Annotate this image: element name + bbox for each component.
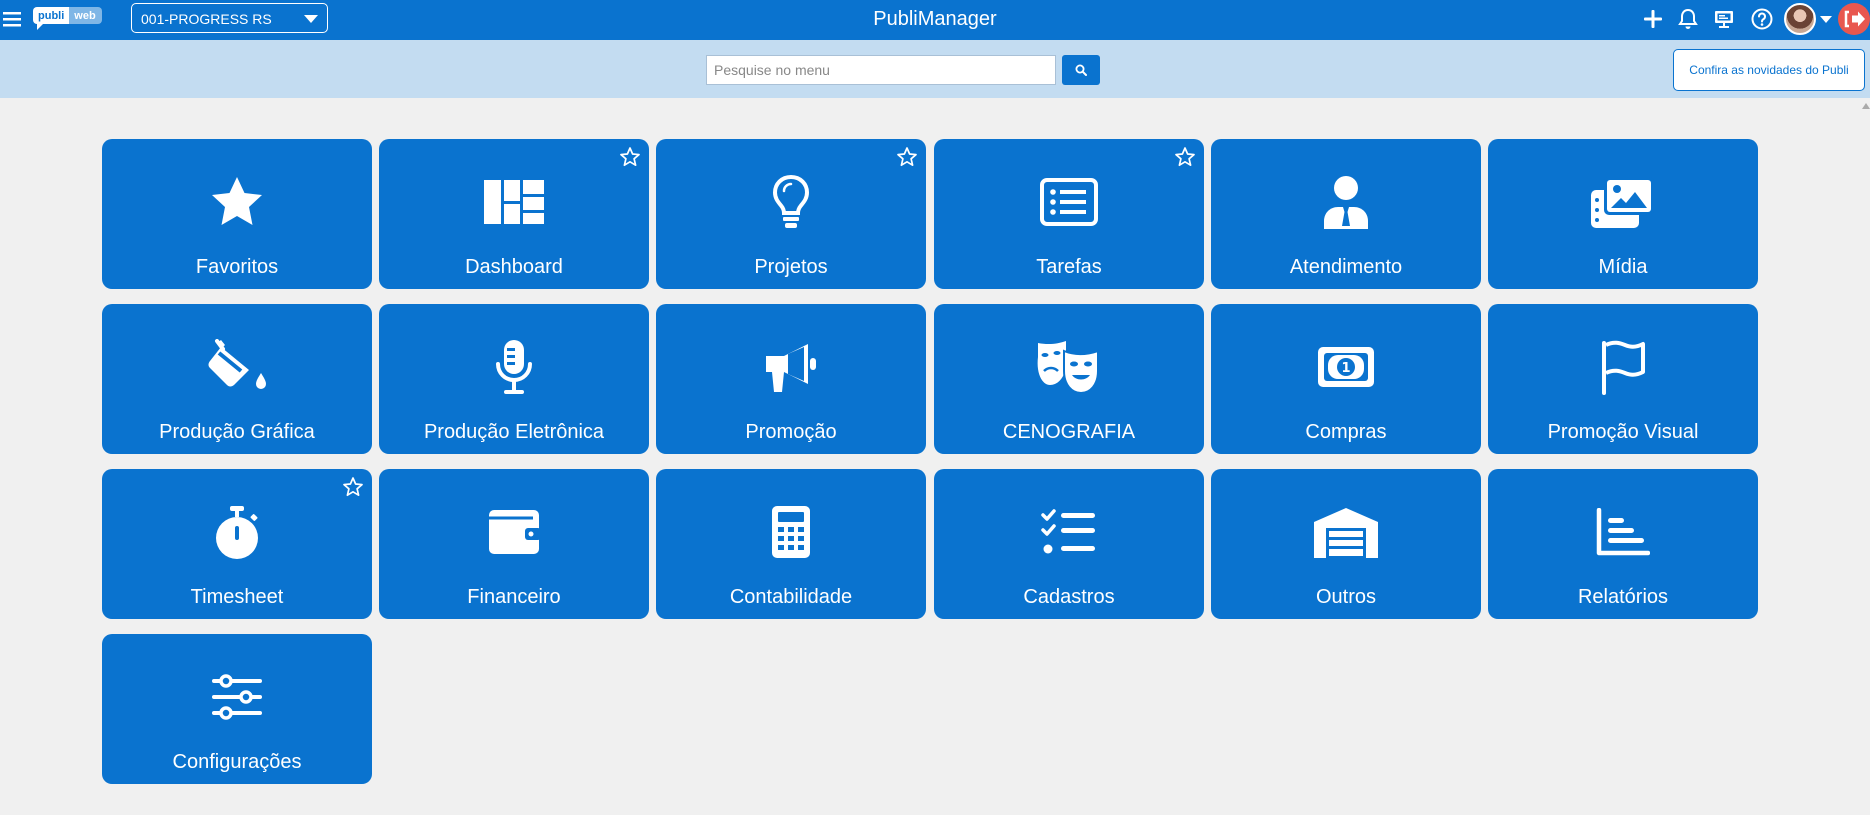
search-input[interactable] (706, 55, 1056, 85)
module-tile-promocao-visual[interactable]: Promoção Visual (1488, 304, 1758, 454)
module-tile-compras[interactable]: 1 Compras (1211, 304, 1481, 454)
star-icon (212, 177, 262, 225)
module-tile-relatorios[interactable]: Relatórios (1488, 469, 1758, 619)
lightbulb-icon (772, 174, 810, 228)
warehouse-icon (1314, 508, 1378, 558)
module-tile-timesheet[interactable]: Timesheet (102, 469, 372, 619)
user-tie-icon (1324, 176, 1368, 229)
search-button[interactable] (1062, 55, 1100, 85)
search-bar: Confira as novidades do Publi (0, 40, 1870, 98)
megaphone-icon (766, 344, 816, 392)
module-tile-cenografia[interactable]: CENOGRAFIA (934, 304, 1204, 454)
sliders-icon (212, 674, 262, 720)
module-tile-configuracoes[interactable]: Configurações (102, 634, 372, 784)
publiweb-logo: publi web (33, 7, 102, 31)
module-label: Projetos (754, 256, 828, 278)
module-label: Configurações (172, 751, 302, 773)
company-select[interactable]: 001-PROGRESS RS (131, 3, 328, 33)
module-tile-midia[interactable]: Mídia (1488, 139, 1758, 289)
module-tile-promocao[interactable]: Promoção (656, 304, 926, 454)
logout-icon (1844, 10, 1865, 28)
chevron-down-icon[interactable] (1820, 16, 1832, 23)
top-bar: publi web 001-PROGRESS RS PubliManager (0, 0, 1870, 40)
company-select-value: 001-PROGRESS RS (141, 11, 272, 27)
module-tile-producao-grafica[interactable]: Produção Gráfica (102, 304, 372, 454)
presentation-icon[interactable] (1712, 7, 1736, 31)
bell-icon[interactable] (1676, 7, 1700, 31)
tasks-icon (1041, 509, 1095, 554)
list-icon (1040, 178, 1098, 226)
module-tile-atendimento[interactable]: Atendimento (1211, 139, 1481, 289)
chart-bar-icon (1596, 508, 1650, 556)
chevron-down-icon (304, 15, 318, 23)
module-label: Outros (1315, 586, 1377, 608)
plus-icon[interactable] (1641, 7, 1665, 31)
news-button[interactable]: Confira as novidades do Publi (1673, 49, 1865, 91)
module-label: Timesheet (190, 586, 284, 608)
module-tile-contabilidade[interactable]: Contabilidade (656, 469, 926, 619)
module-label: Favoritos (195, 256, 279, 278)
module-label: CENOGRAFIA (1002, 421, 1136, 443)
module-label: Relatórios (1577, 586, 1669, 608)
module-tile-favoritos[interactable]: Favoritos (102, 139, 372, 289)
dashboard-icon (484, 180, 544, 224)
flag-icon (1602, 340, 1645, 395)
favorite-star-icon[interactable] (896, 146, 918, 168)
module-label: Produção Gráfica (159, 421, 315, 443)
module-label: Cadastros (1023, 586, 1115, 608)
logo-text-web: web (69, 7, 102, 24)
module-label: Tarefas (1036, 256, 1102, 278)
theater-masks-icon (1037, 341, 1099, 395)
module-tile-outros[interactable]: Outros (1211, 469, 1481, 619)
scrollbar-up-arrow[interactable] (1862, 103, 1870, 109)
module-label: Atendimento (1289, 256, 1403, 278)
module-label: Produção Eletrônica (423, 421, 605, 443)
module-label: Promoção (745, 421, 837, 443)
module-tile-financeiro[interactable]: Financeiro (379, 469, 649, 619)
search-icon (1075, 64, 1087, 76)
money-bill-icon: 1 (1318, 347, 1374, 387)
logout-button[interactable] (1838, 3, 1870, 35)
stopwatch-icon (216, 506, 258, 559)
fill-drip-icon (208, 339, 266, 389)
module-tile-dashboard[interactable]: Dashboard (379, 139, 649, 289)
module-tile-cadastros[interactable]: Cadastros (934, 469, 1204, 619)
favorite-star-icon[interactable] (1174, 146, 1196, 168)
avatar[interactable] (1784, 3, 1816, 35)
menu-icon[interactable] (2, 9, 22, 29)
module-tile-tarefas[interactable]: Tarefas (934, 139, 1204, 289)
svg-text:1: 1 (1341, 361, 1350, 376)
module-tile-producao-eletronica[interactable]: Produção Eletrônica (379, 304, 649, 454)
module-label: Financeiro (467, 586, 561, 608)
favorite-star-icon[interactable] (619, 146, 641, 168)
module-label: Contabilidade (729, 586, 853, 608)
help-icon[interactable] (1750, 7, 1774, 31)
module-label: Compras (1305, 421, 1387, 443)
module-label: Mídia (1598, 256, 1648, 278)
calculator-icon (772, 506, 810, 558)
microphone-icon (496, 340, 532, 394)
module-label: Dashboard (465, 256, 563, 278)
module-tile-projetos[interactable]: Projetos (656, 139, 926, 289)
logo-text-publi: publi (33, 7, 70, 24)
images-icon (1591, 177, 1654, 228)
favorite-star-icon[interactable] (342, 476, 364, 498)
module-label: Promoção Visual (1547, 421, 1699, 443)
wallet-icon (489, 510, 541, 554)
